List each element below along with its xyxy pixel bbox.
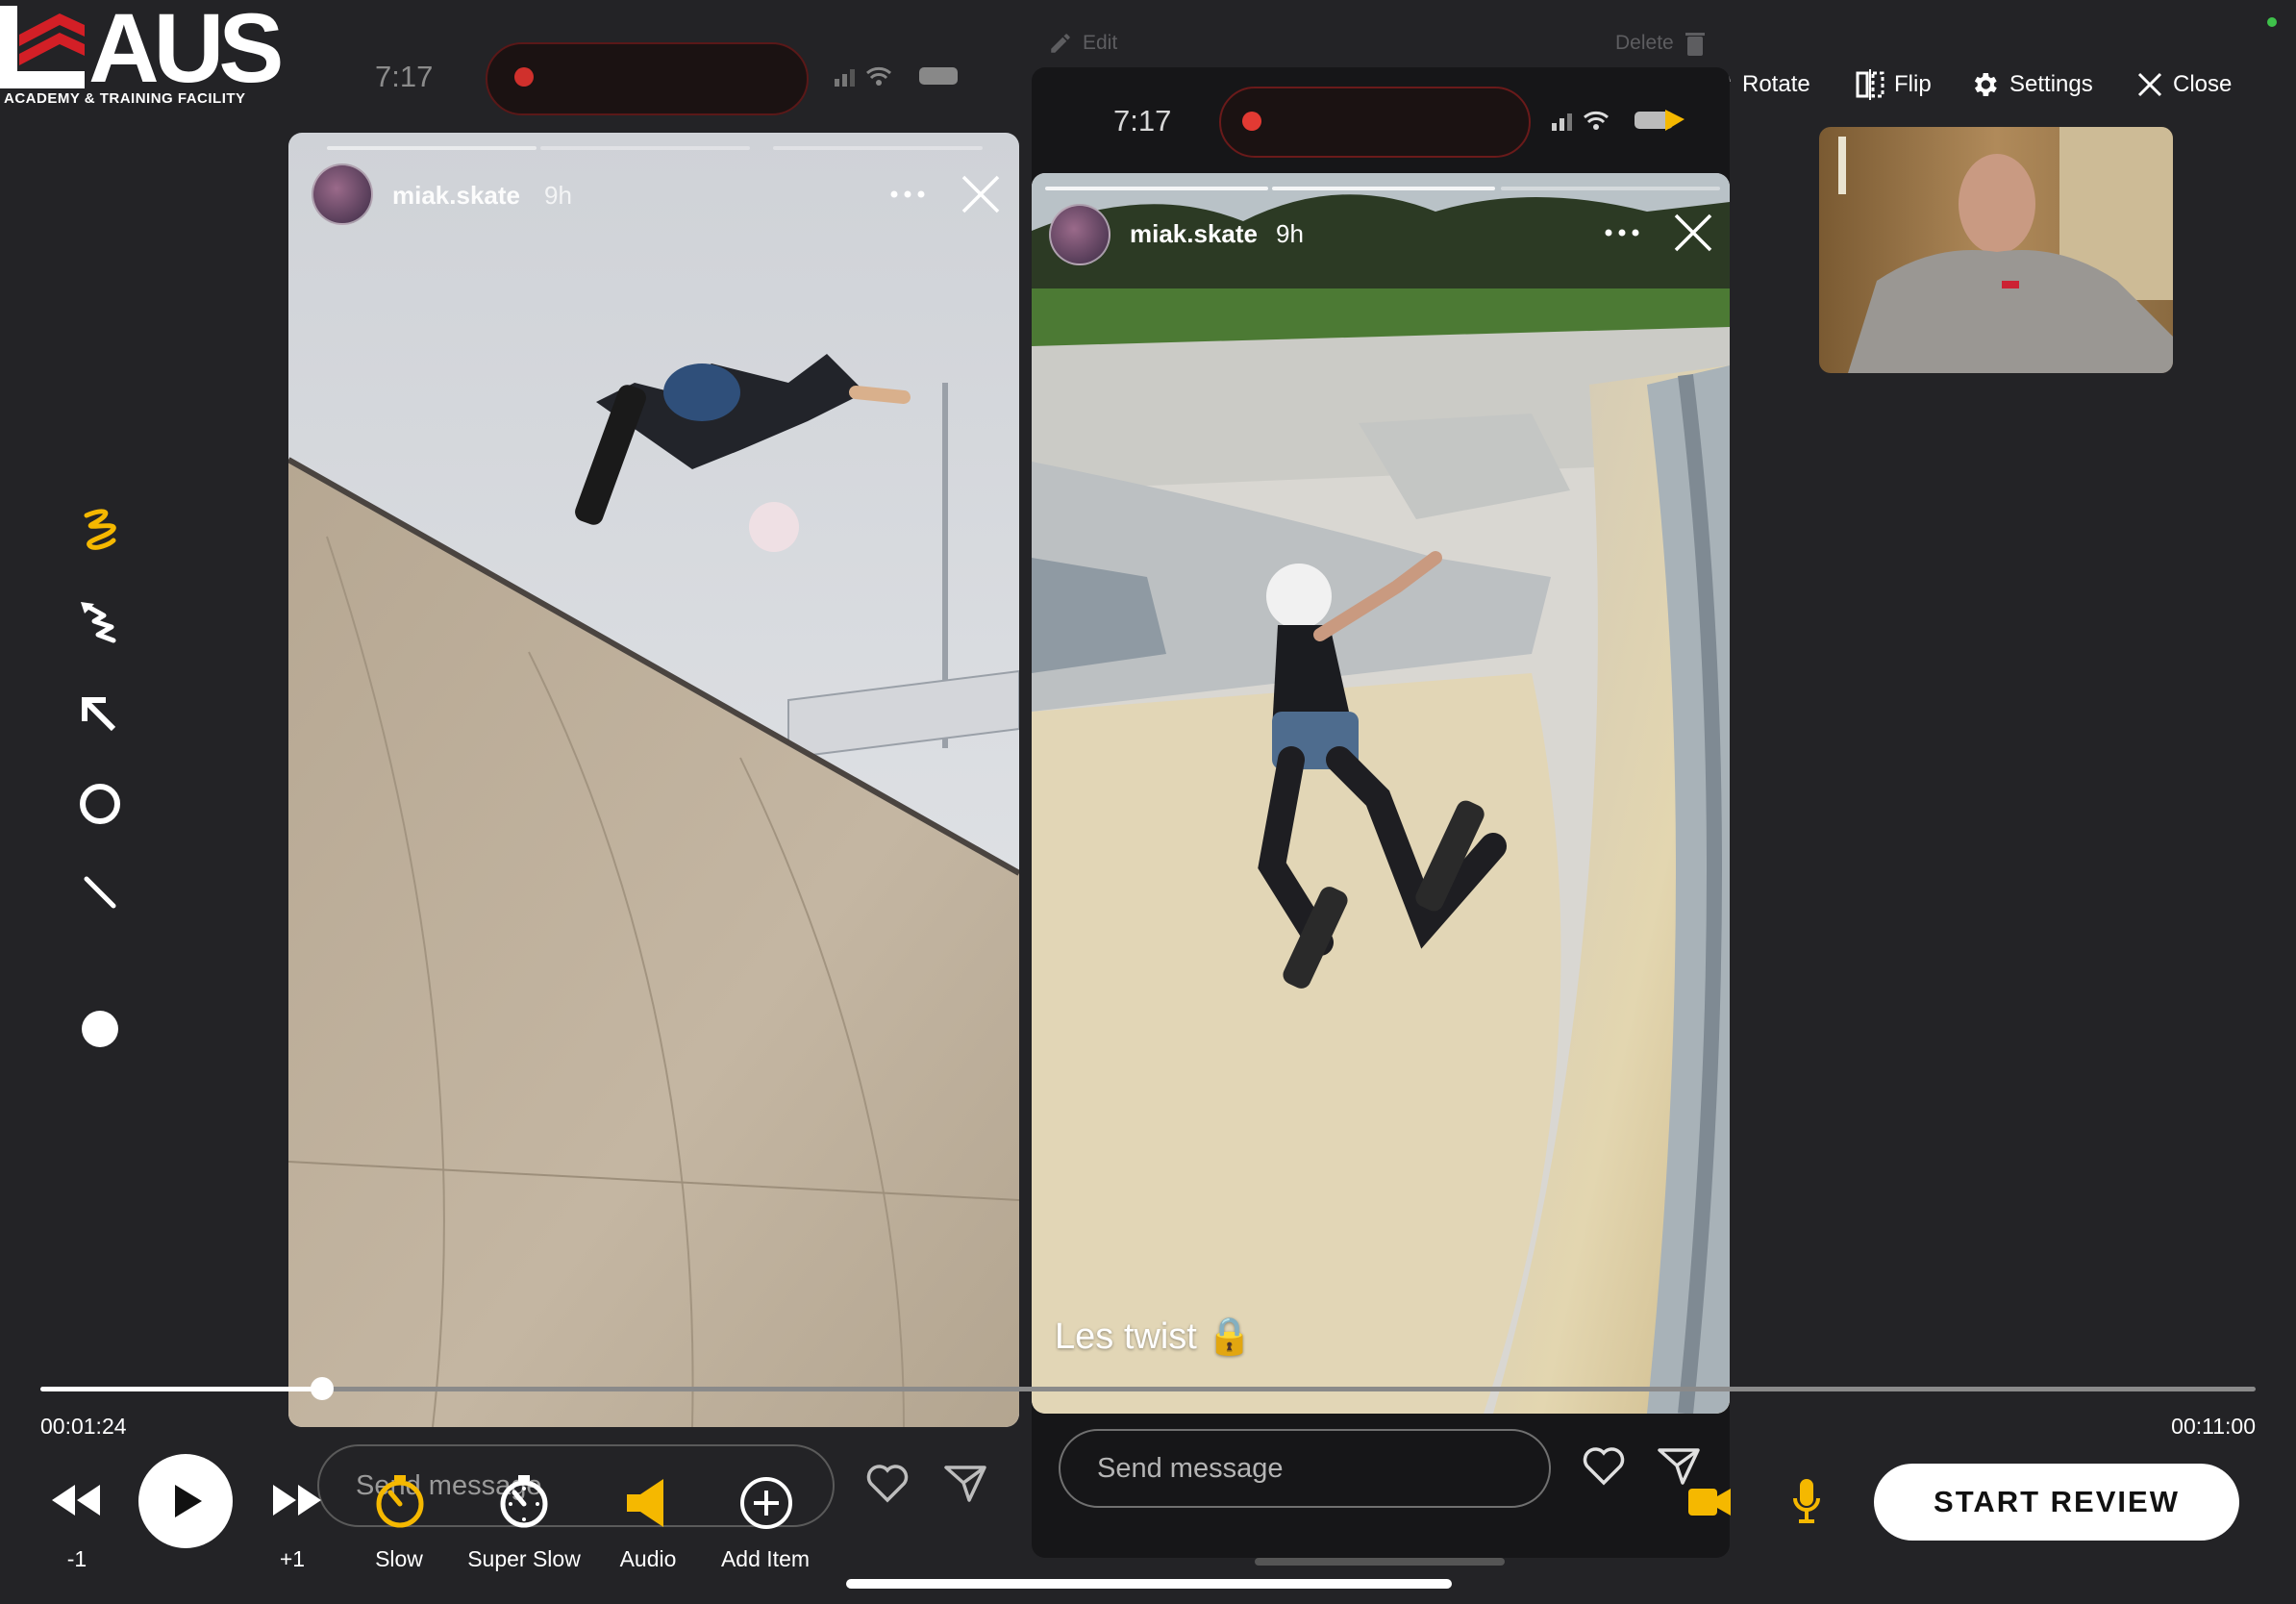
right-status-icons [1552,110,1685,131]
right-record-dot [1242,112,1261,131]
rotate-label: Rotate [1742,71,1810,97]
right-recording-pill [1219,87,1531,158]
recording-indicator [2267,17,2277,27]
right-more-icon[interactable] [1605,229,1639,237]
delete-button[interactable]: Delete [1615,31,1707,56]
right-story-video[interactable]: miak.skate 9h Les twist 🔒 [1032,173,1730,1414]
super-slow-timer-icon [500,1475,548,1528]
arrow-icon[interactable] [75,690,125,740]
left-video-frame [288,133,1019,1427]
play-button[interactable] [138,1454,233,1548]
left-heart-icon[interactable] [865,1464,910,1504]
freehand-icon[interactable] [75,506,125,556]
left-story-progress-1 [327,146,537,150]
flip-label: Flip [1894,71,1932,97]
settings-button[interactable]: Settings [1969,63,2093,106]
close-button[interactable]: Close [2136,63,2232,106]
add-item-button[interactable] [735,1475,796,1533]
right-posted-ago: 9h [1276,219,1304,248]
right-story-close-icon[interactable] [1674,213,1712,252]
audio-button[interactable] [619,1475,675,1533]
close-label: Close [2173,71,2233,97]
webcam-preview[interactable] [1819,127,2173,373]
slow-label: Slow [375,1546,423,1571]
delete-label: Delete [1615,32,1674,54]
home-indicator [846,1579,1452,1589]
timeline-progress [40,1387,322,1391]
story-caption: Les twist 🔒 [1055,1316,1253,1357]
curved-arrow-icon[interactable] [75,598,125,648]
timeline-knob[interactable] [310,1377,334,1400]
audio-label: Audio [619,1546,677,1571]
flip-button[interactable]: Flip [1856,63,1932,106]
laus-logo: AUS ACADEMY & TRAINING FACILITY [0,0,298,107]
microphone-icon[interactable] [1792,1477,1821,1525]
settings-label: Settings [2009,71,2093,97]
right-username: miak.skate [1130,219,1258,248]
close-icon [2137,72,2162,97]
right-status-time: 7:17 [1113,104,1172,138]
add-circle-icon [740,1477,792,1529]
right-story-progress-3 [1501,187,1720,190]
timeline-scrubber[interactable] [40,1377,2256,1400]
left-story-progress-3 [773,146,983,150]
right-message-input[interactable]: Send message [1059,1429,1551,1508]
logo-roof-icon [0,6,85,88]
left-recording-pill [486,42,809,115]
slow-timer-icon [376,1475,424,1528]
play-icon [175,1485,202,1517]
left-status-icons [835,66,958,87]
logo-subtitle: ACADEMY & TRAINING FACILITY [4,90,246,107]
logo-wordmark: AUS [88,0,284,103]
left-posted-ago: 9h [544,181,572,210]
right-video-frame [1032,173,1730,1414]
camera-icon[interactable] [1686,1485,1733,1519]
current-time: 00:01:24 [40,1414,127,1439]
left-more-icon[interactable] [890,190,925,198]
pencil-icon [1051,34,1070,53]
line-icon[interactable] [75,867,125,917]
color-dot-icon[interactable] [75,1004,125,1054]
gear-icon [1974,73,1997,96]
right-share-icon[interactable] [1658,1446,1700,1485]
edit-label: Edit [1083,32,1118,54]
rewind-icon[interactable] [50,1481,102,1519]
slow-button[interactable] [363,1475,435,1533]
super-slow-label: Super Slow [467,1546,581,1571]
left-story-video[interactable]: miak.skate 9h [288,133,1019,1427]
circle-icon[interactable] [75,779,125,829]
super-slow-button[interactable] [490,1475,558,1533]
speaker-icon [627,1479,663,1527]
total-time: 00:11:00 [2171,1414,2256,1439]
left-share-icon[interactable] [944,1464,986,1502]
add-item-label: Add Item [720,1546,811,1571]
right-avatar [1049,204,1111,265]
left-story-close-icon[interactable] [961,175,1000,213]
left-record-dot [514,67,534,87]
forward-label: +1 [279,1546,306,1571]
left-username: miak.skate [392,181,520,210]
webcam-video [1819,127,2173,373]
right-story-progress-1 [1045,187,1268,190]
rewind-label: -1 [66,1546,87,1571]
flip-icon [1856,69,1884,100]
edit-button[interactable]: Edit [1048,31,1117,56]
start-review-button[interactable]: START REVIEW [1874,1464,2239,1541]
right-heart-icon[interactable] [1582,1446,1626,1487]
left-avatar [312,163,373,225]
right-story-progress-2 [1272,187,1495,190]
left-status-time: 7:17 [375,60,434,93]
trash-icon [1685,33,1705,56]
left-story-progress-2 [540,146,750,150]
right-home-indicator [1255,1558,1505,1566]
fast-forward-icon[interactable] [271,1481,323,1519]
